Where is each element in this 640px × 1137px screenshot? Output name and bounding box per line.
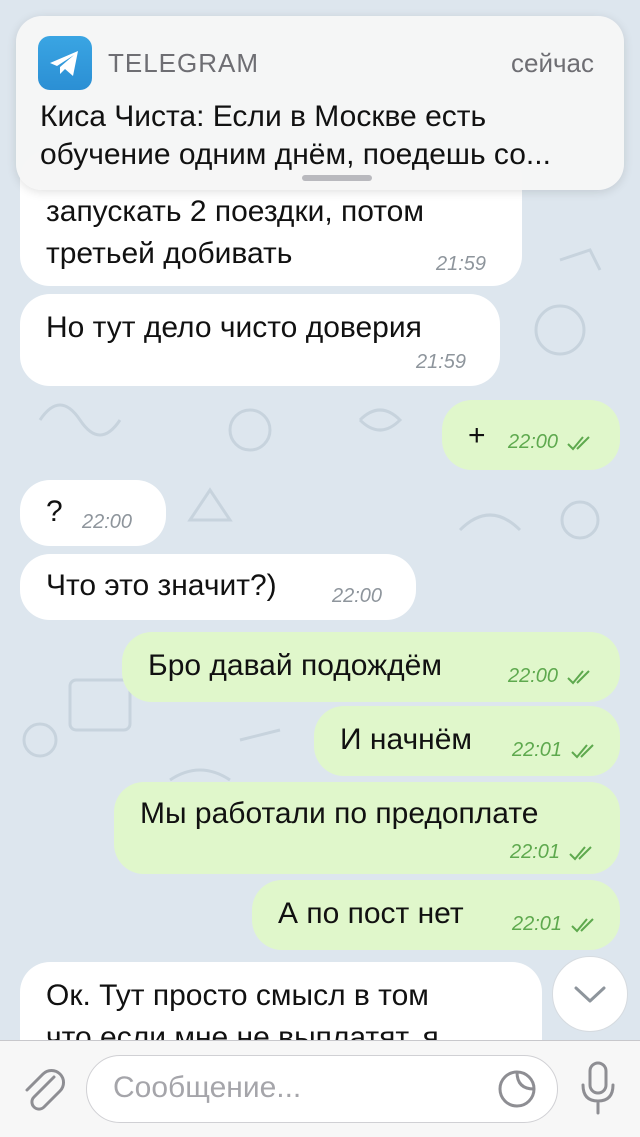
message-time: 22:00 bbox=[332, 585, 383, 607]
message-time-text: 22:00 bbox=[508, 431, 559, 453]
message-text: третьей добивать bbox=[46, 237, 293, 270]
message-time: 22:01 bbox=[512, 738, 600, 762]
message-time-text: 22:01 bbox=[510, 841, 561, 863]
message-bubble-incoming[interactable]: Но тут дело чисто доверия 21:59 bbox=[20, 294, 500, 386]
message-input-bar: Сообщение... bbox=[0, 1040, 640, 1137]
message-time-text: 22:01 bbox=[512, 913, 563, 935]
scroll-to-bottom-button[interactable] bbox=[552, 956, 628, 1032]
message-time-text: 22:00 bbox=[508, 665, 559, 687]
telegram-icon bbox=[38, 36, 92, 90]
message-text: ? bbox=[46, 495, 63, 528]
double-check-icon bbox=[570, 918, 594, 933]
double-check-icon bbox=[568, 846, 592, 861]
message-text: Бро давай подождём bbox=[148, 649, 442, 682]
sticker-icon[interactable] bbox=[495, 1067, 539, 1111]
double-check-icon bbox=[566, 670, 590, 685]
message-time: 22:01 bbox=[512, 912, 600, 936]
message-text: А по пост нет bbox=[278, 897, 464, 930]
paperclip-icon[interactable] bbox=[18, 1061, 68, 1117]
message-text: Но тут дело чисто доверия bbox=[46, 311, 422, 344]
message-time: 22:00 bbox=[508, 664, 596, 688]
message-time: 21:59 bbox=[416, 351, 467, 373]
message-text: И начнём bbox=[340, 723, 472, 756]
message-input-placeholder: Сообщение... bbox=[113, 1071, 302, 1104]
message-text: Мы работали по предоплате bbox=[140, 797, 539, 830]
message-bubble-outgoing[interactable]: + 22:00 bbox=[442, 400, 620, 470]
message-text: + bbox=[468, 419, 486, 452]
chevron-down-icon bbox=[574, 986, 606, 1003]
message-bubble-outgoing[interactable]: Мы работали по предоплате 22:01 bbox=[114, 782, 620, 874]
double-check-icon bbox=[566, 436, 590, 451]
push-notification[interactable]: TELEGRAM сейчас Киса Чиста: Если в Москв… bbox=[16, 16, 624, 190]
message-time: 22:01 bbox=[510, 840, 598, 864]
notification-line: обучение одним днём, поедешь со... bbox=[40, 138, 551, 171]
notification-message: Киса Чиста: Если в Москве есть обучение … bbox=[40, 98, 600, 174]
message-time: 21:59 bbox=[436, 253, 487, 275]
notification-handle[interactable] bbox=[302, 175, 372, 181]
message-input[interactable]: Сообщение... bbox=[86, 1055, 558, 1123]
notification-app-name: TELEGRAM bbox=[108, 48, 260, 78]
message-text: Ок. Тут просто смысл в том bbox=[46, 979, 429, 1012]
message-bubble-outgoing[interactable]: И начнём 22:01 bbox=[314, 706, 620, 776]
message-text: запускать 2 поездки, потом bbox=[46, 195, 424, 228]
message-bubble-outgoing[interactable]: Бро давай подождём 22:00 bbox=[122, 632, 620, 702]
message-time: 22:00 bbox=[508, 430, 596, 454]
message-time-text: 22:01 bbox=[512, 739, 563, 761]
microphone-icon[interactable] bbox=[578, 1059, 618, 1119]
notification-time: сейчас bbox=[511, 48, 594, 78]
notification-line: Киса Чиста: Если в Москве есть bbox=[40, 100, 487, 133]
message-bubble-incoming[interactable]: Что это значит?) 22:00 bbox=[20, 554, 416, 620]
message-bubble-outgoing[interactable]: А по пост нет 22:01 bbox=[252, 880, 620, 950]
message-bubble-incoming[interactable]: ? 22:00 bbox=[20, 480, 166, 546]
message-time: 22:00 bbox=[82, 511, 133, 533]
double-check-icon bbox=[570, 744, 594, 759]
message-text: Что это значит?) bbox=[46, 569, 277, 602]
